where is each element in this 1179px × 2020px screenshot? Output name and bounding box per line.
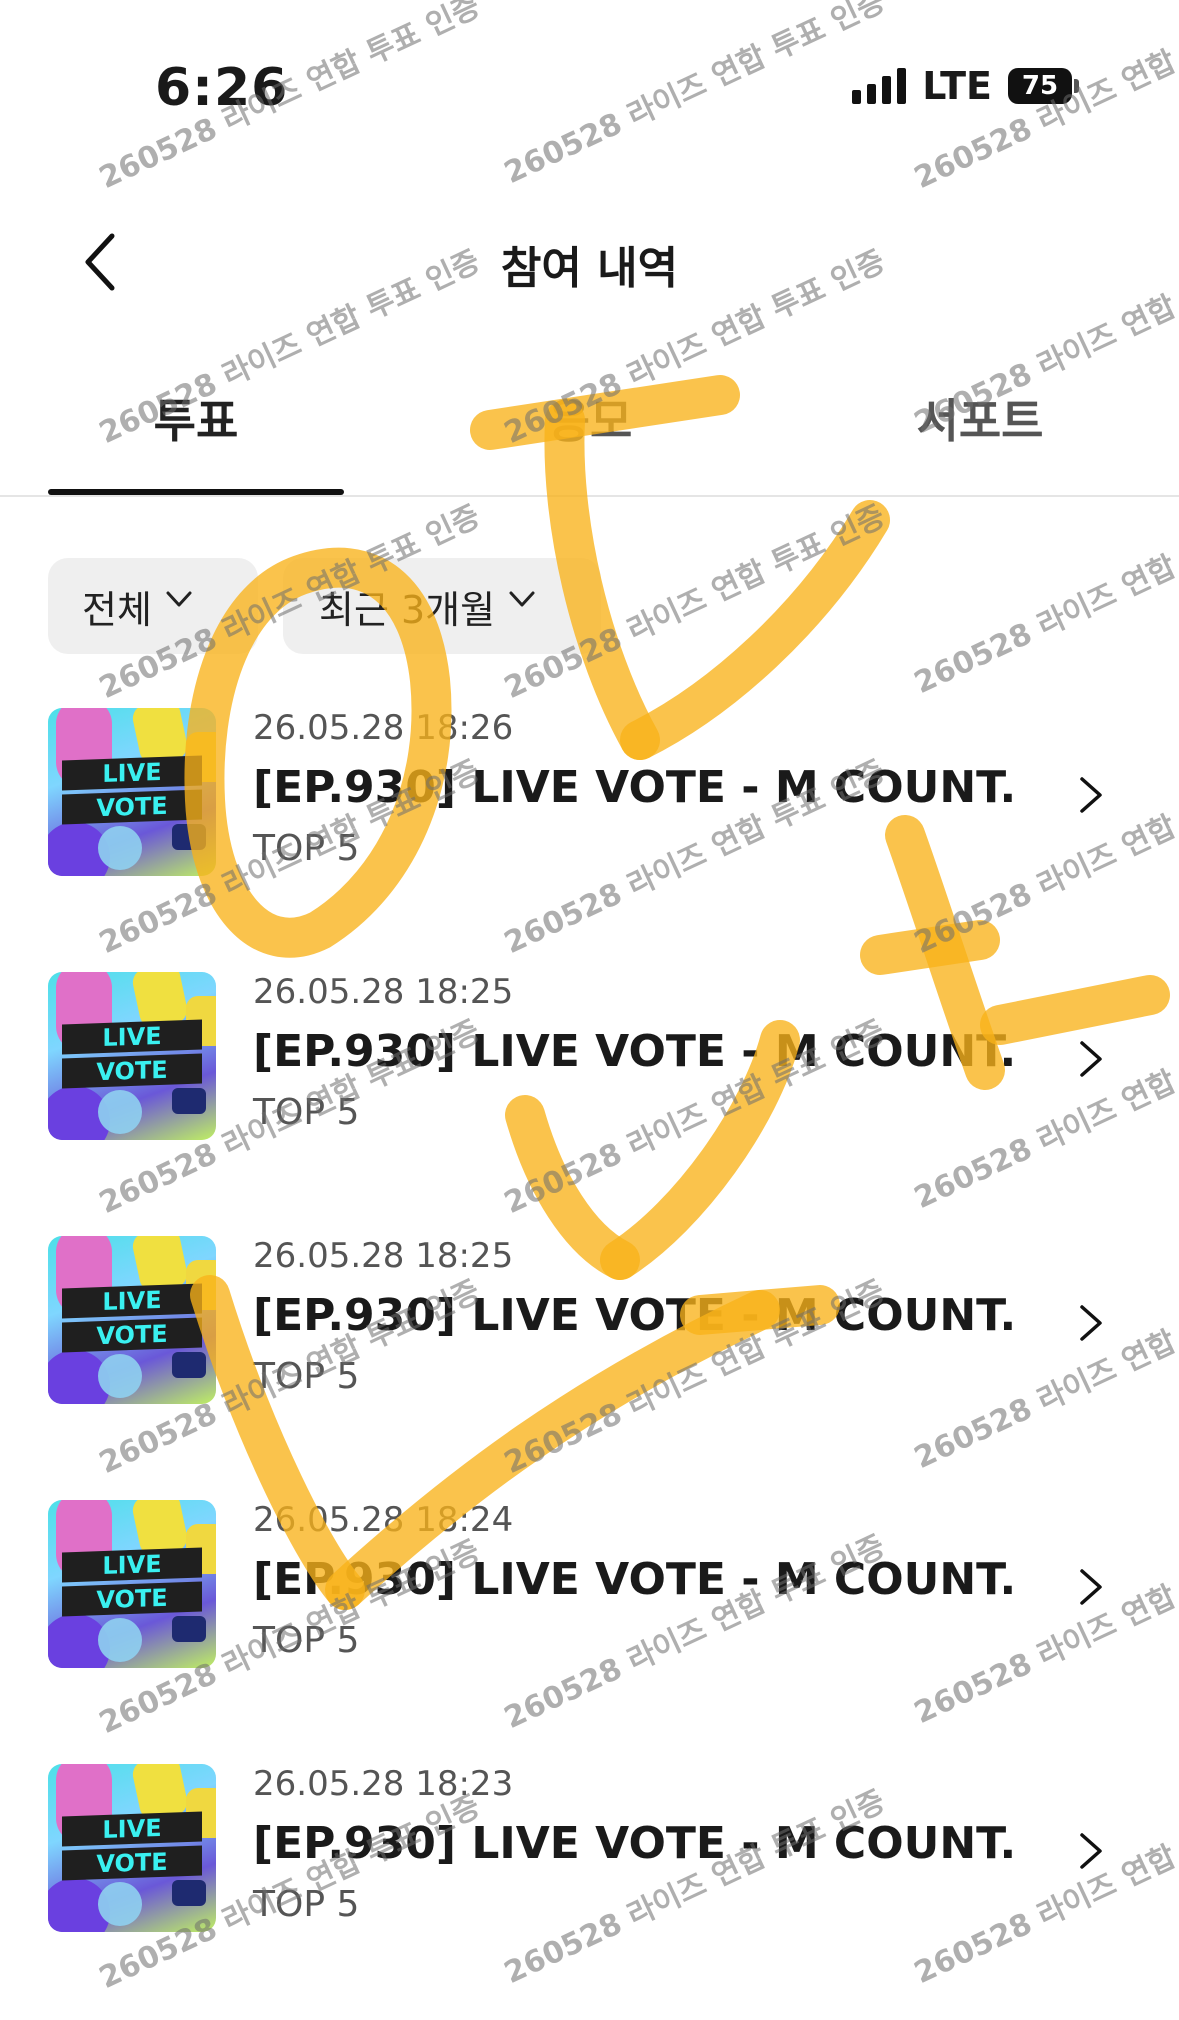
- item-date: 26.05.28 18:26: [253, 708, 514, 748]
- period-filter-label: 최근 3개월: [319, 587, 496, 632]
- item-date: 26.05.28 18:24: [253, 1500, 514, 1540]
- item-title: [EP.930] LIVE VOTE - M COUNT...: [253, 1290, 1013, 1341]
- item-date: 26.05.28 18:23: [253, 1764, 514, 1804]
- item-subtitle: TOP 5: [253, 1356, 360, 1397]
- live-vote-thumbnail: LIVE VOTE: [48, 1236, 216, 1404]
- thumbnail-text: LIVE: [62, 1283, 202, 1319]
- network-label: LTE: [922, 64, 992, 108]
- tab-entry[interactable]: 응모: [440, 385, 740, 451]
- thumbnail-text: VOTE: [62, 1317, 202, 1353]
- list-item[interactable]: LIVE VOTE 26.05.28 18:23 [EP.930] LIVE V…: [0, 1756, 1179, 2020]
- type-filter-label: 전체: [82, 587, 152, 632]
- item-subtitle: TOP 5: [253, 828, 360, 869]
- tab-support[interactable]: 서포트: [830, 385, 1130, 451]
- list-item[interactable]: LIVE VOTE 26.05.28 18:24 [EP.930] LIVE V…: [0, 1492, 1179, 1756]
- chevron-right-icon: [1080, 1305, 1102, 1341]
- live-vote-thumbnail: LIVE VOTE: [48, 972, 216, 1140]
- chevron-down-icon: [509, 591, 535, 607]
- battery-level: 75: [1008, 68, 1072, 104]
- item-subtitle: TOP 5: [253, 1620, 360, 1661]
- status-time: 6:26: [155, 58, 289, 118]
- type-filter-dropdown[interactable]: 전체: [48, 558, 258, 654]
- list-item[interactable]: LIVE VOTE 26.05.28 18:25 [EP.930] LIVE V…: [0, 1228, 1179, 1492]
- item-title: [EP.930] LIVE VOTE - M COUNT...: [253, 762, 1013, 813]
- active-tab-indicator: [48, 489, 344, 495]
- chevron-right-icon: [1080, 1833, 1102, 1869]
- chevron-right-icon: [1080, 1569, 1102, 1605]
- vote-history-list: LIVE VOTE 26.05.28 18:26 [EP.930] LIVE V…: [0, 700, 1179, 2020]
- item-date: 26.05.28 18:25: [253, 972, 514, 1012]
- item-subtitle: TOP 5: [253, 1884, 360, 1925]
- item-title: [EP.930] LIVE VOTE - M COUNT...: [253, 1818, 1013, 1869]
- thumbnail-text: LIVE: [62, 1019, 202, 1055]
- thumbnail-text: VOTE: [62, 1845, 202, 1881]
- page-title: 참여 내역: [500, 243, 679, 294]
- status-indicators: LTE 75: [852, 64, 1079, 108]
- live-vote-thumbnail: LIVE VOTE: [48, 1500, 216, 1668]
- item-title: [EP.930] LIVE VOTE - M COUNT...: [253, 1554, 1013, 1605]
- battery-icon: 75: [1008, 68, 1079, 104]
- tab-vote[interactable]: 투표: [46, 385, 346, 451]
- watermark-text: 260528 라이즈 연합 투표 인증: [909, 494, 1179, 702]
- item-title: [EP.930] LIVE VOTE - M COUNT...: [253, 1026, 1013, 1077]
- thumbnail-text: VOTE: [62, 1581, 202, 1617]
- chevron-down-icon: [166, 591, 192, 607]
- list-item[interactable]: LIVE VOTE 26.05.28 18:25 [EP.930] LIVE V…: [0, 964, 1179, 1228]
- tab-bar: 투표 응모 서포트: [0, 385, 1179, 497]
- live-vote-thumbnail: LIVE VOTE: [48, 708, 216, 876]
- chevron-right-icon: [1080, 777, 1102, 813]
- thumbnail-text: LIVE: [62, 755, 202, 791]
- period-filter-dropdown[interactable]: 최근 3개월: [283, 558, 601, 654]
- thumbnail-text: LIVE: [62, 1811, 202, 1847]
- thumbnail-text: LIVE: [62, 1547, 202, 1583]
- thumbnail-text: VOTE: [62, 1053, 202, 1089]
- item-date: 26.05.28 18:25: [253, 1236, 514, 1276]
- signal-icon: [852, 68, 907, 104]
- watermark-text: 260528 라이즈 연합 투표 인증: [499, 0, 891, 192]
- live-vote-thumbnail: LIVE VOTE: [48, 1764, 216, 1932]
- thumbnail-text: VOTE: [62, 789, 202, 825]
- item-subtitle: TOP 5: [253, 1092, 360, 1133]
- chevron-right-icon: [1080, 1041, 1102, 1077]
- list-item[interactable]: LIVE VOTE 26.05.28 18:26 [EP.930] LIVE V…: [0, 700, 1179, 964]
